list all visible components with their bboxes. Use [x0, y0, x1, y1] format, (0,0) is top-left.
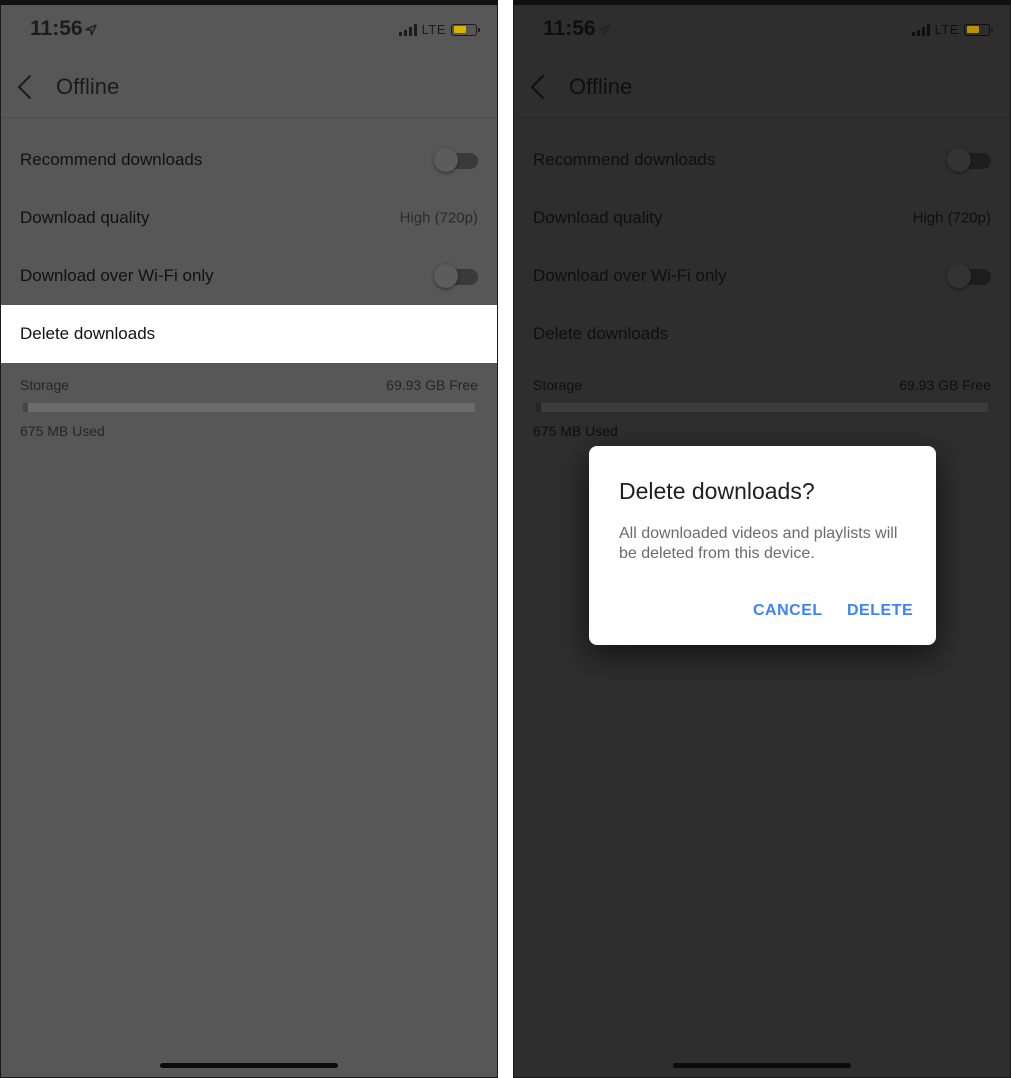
back-arrow-icon[interactable] [15, 73, 35, 101]
recommend-downloads-row[interactable]: Recommend downloads [1, 131, 497, 189]
phone-screen-dialog: 11:56 LTE Offline Recommend downloads Do… [513, 0, 1011, 1078]
network-type: LTE [934, 22, 959, 37]
wifi-only-toggle [947, 264, 991, 288]
wifi-only-row[interactable]: Download over Wi-Fi only [1, 247, 497, 305]
dialog-message: All downloaded videos and playlists will… [619, 525, 898, 562]
delete-downloads-row[interactable]: Delete downloads [1, 305, 497, 363]
storage-label: Storage [533, 377, 583, 393]
back-arrow-icon[interactable] [528, 73, 548, 101]
storage-label: Storage [20, 377, 70, 393]
recommend-downloads-toggle [947, 148, 991, 172]
delete-downloads-label: Delete downloads [533, 324, 669, 343]
signal-icon [911, 23, 930, 36]
download-quality-label: Download quality [533, 208, 663, 227]
download-quality-value: High (720p) [399, 209, 478, 227]
nav-bar: Offline [514, 55, 1010, 118]
home-indicator[interactable] [160, 1063, 338, 1068]
recommend-downloads-row: Recommend downloads [514, 131, 1010, 189]
storage-free: 69.93 GB Free [386, 377, 478, 393]
download-quality-value: High (720p) [912, 209, 991, 227]
battery-icon [964, 23, 993, 36]
status-bar: 11:56 LTE [1, 5, 497, 55]
location-arrow-icon [598, 24, 610, 36]
storage-used: 675 MB Used [20, 423, 105, 439]
delete-confirmation-dialog: Delete downloads? All downloaded videos … [589, 446, 936, 645]
recommend-downloads-label: Recommend downloads [533, 150, 716, 169]
wifi-only-label: Download over Wi-Fi only [533, 266, 727, 285]
wifi-only-label: Download over Wi-Fi only [20, 266, 214, 285]
download-quality-label: Download quality [20, 208, 150, 227]
page-title: Offline [569, 74, 633, 99]
delete-button[interactable]: DELETE [847, 602, 913, 620]
status-time: 11:56 [30, 17, 83, 40]
storage-fill [536, 403, 541, 412]
battery-icon [451, 23, 480, 36]
wifi-only-toggle[interactable] [434, 264, 478, 288]
status-time: 11:56 [543, 17, 596, 40]
network-type: LTE [421, 22, 446, 37]
storage-bar [536, 403, 988, 412]
dialog-title: Delete downloads? [619, 478, 815, 504]
wifi-only-row: Download over Wi-Fi only [514, 247, 1010, 305]
location-arrow-icon [85, 24, 97, 36]
delete-downloads-label: Delete downloads [20, 324, 156, 343]
storage-bar [23, 403, 475, 412]
nav-bar: Offline [1, 55, 497, 118]
recommend-downloads-toggle[interactable] [434, 148, 478, 172]
page-title: Offline [56, 74, 120, 99]
download-quality-row[interactable]: Download quality High (720p) [1, 189, 497, 247]
storage-used: 675 MB Used [533, 423, 618, 439]
home-indicator[interactable] [673, 1063, 851, 1068]
status-bar: 11:56 LTE [514, 5, 1010, 55]
signal-icon [398, 23, 417, 36]
download-quality-row: Download quality High (720p) [514, 189, 1010, 247]
storage-fill [23, 403, 28, 412]
phone-screen-settings: 11:56 LTE Offline Recommend downloads Do… [0, 0, 498, 1078]
recommend-downloads-label: Recommend downloads [20, 150, 203, 169]
storage-free: 69.93 GB Free [899, 377, 991, 393]
delete-downloads-row: Delete downloads [514, 305, 1010, 363]
cancel-button[interactable]: CANCEL [753, 602, 823, 620]
